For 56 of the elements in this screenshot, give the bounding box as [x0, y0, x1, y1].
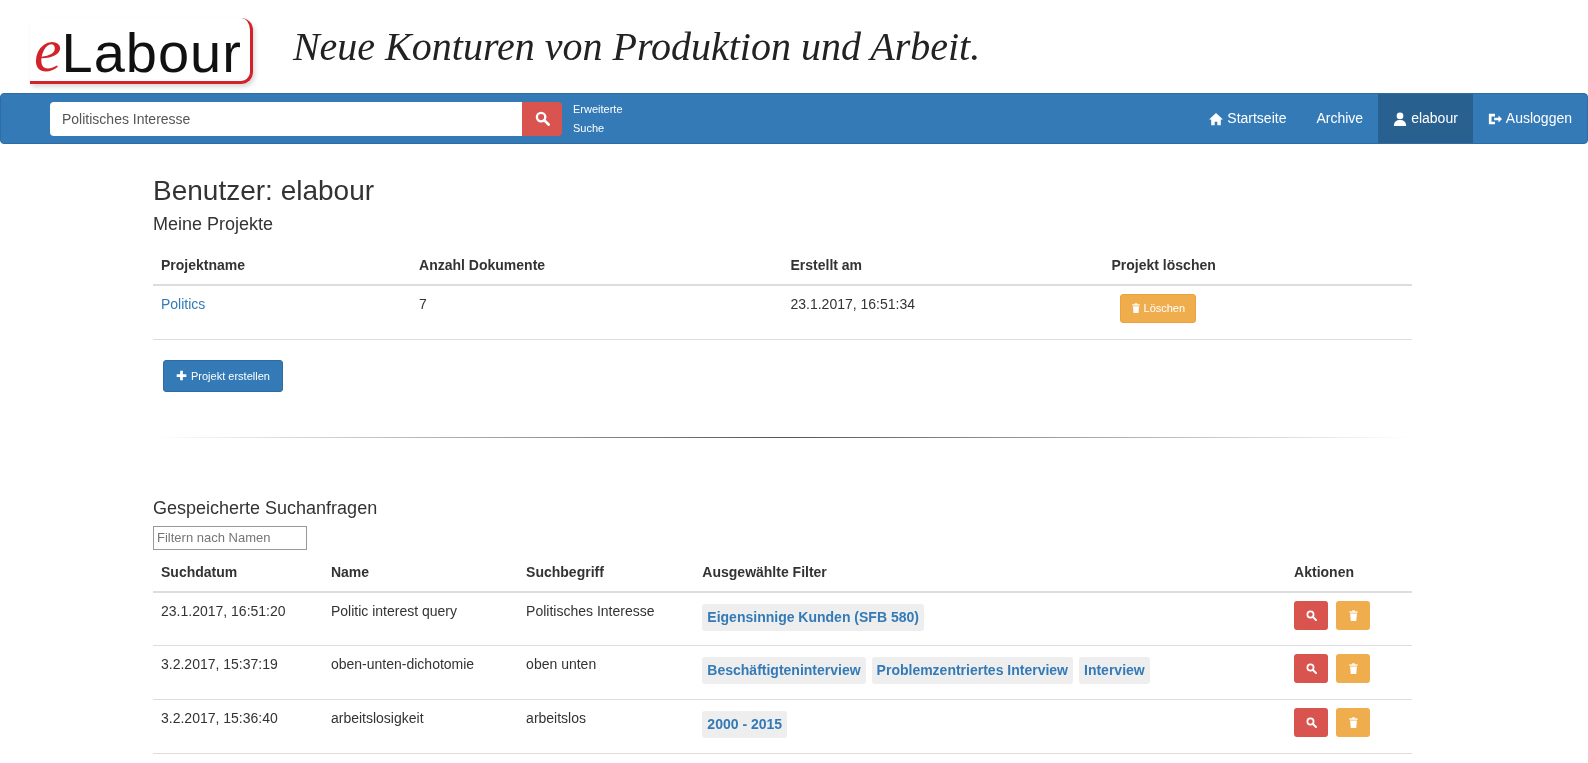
nav-link[interactable]: Ausloggen: [1472, 94, 1587, 143]
tagline: Neue Konturen von Produktion und Arbeit.: [292, 22, 981, 71]
column-header: Erstellt am: [782, 247, 1104, 286]
logo-text: Labour: [61, 24, 242, 81]
filter-tag: 2000 - 2015: [702, 711, 788, 739]
table-cell: arbeitslosigkeit: [322, 699, 519, 754]
table-cell: 23.1.2017, 16:51:34: [782, 285, 1104, 340]
advanced-search-link[interactable]: Erweiterte Suche: [573, 99, 623, 138]
create-project-button[interactable]: Projekt erstellen: [163, 359, 283, 393]
nav-link[interactable]: Startseite: [1194, 94, 1302, 143]
filter-tag: Problemzentriertes Interview: [871, 657, 1073, 685]
table-cell: 3.2.2017, 15:36:40: [153, 699, 323, 754]
search-icon: [534, 111, 550, 126]
search-button[interactable]: [1294, 600, 1329, 630]
filter-field[interactable]: Filtern nach Namen: [153, 525, 307, 550]
trash-icon: [1347, 717, 1359, 729]
nav-link[interactable]: Archive: [1301, 94, 1379, 143]
table-cell: 23.1.2017, 16:51:20: [153, 591, 323, 646]
column-header: Name: [322, 553, 519, 592]
column-header: Anzahl Dokumente: [411, 247, 783, 286]
column-header: Ausgewählte Filter: [694, 553, 1287, 592]
search-button[interactable]: [1294, 708, 1329, 738]
home-icon: [1209, 111, 1224, 126]
plus-icon: [176, 370, 187, 382]
table-cell: oben unten: [518, 645, 695, 700]
page-title: Benutzer: elabour: [153, 174, 376, 208]
table-cell: Politisches Interesse: [518, 591, 695, 646]
table-cell: 3.2.2017, 15:37:19: [153, 645, 323, 700]
filter-tag: Interview: [1079, 657, 1150, 685]
search-field[interactable]: Politisches Interesse: [50, 101, 522, 136]
logout-icon: [1487, 111, 1502, 126]
section-heading: Meine Projekte: [153, 213, 275, 236]
column-header: Projektname: [153, 247, 412, 286]
nav-link[interactable]: elabour: [1378, 94, 1473, 143]
column-header: Suchbegriff: [518, 553, 695, 592]
section-heading: Gespeicherte Suchanfragen: [153, 498, 379, 520]
table-cell: 7: [411, 285, 783, 340]
filter-tag: Beschäftigteninterview: [702, 657, 866, 685]
filter-tag: Eigensinnige Kunden (SFB 580): [702, 603, 924, 631]
trash-icon: [1130, 303, 1141, 314]
table-cell: oben-unten-dichotomie: [322, 645, 519, 700]
column-header: Suchdatum: [153, 553, 323, 592]
trash-icon: [1347, 663, 1359, 675]
user-icon: [1393, 111, 1408, 126]
table-cell: arbeitslos: [518, 699, 695, 754]
project-link[interactable]: Politics: [161, 296, 206, 313]
table-cell: Politic interest query: [322, 591, 519, 646]
trash-icon: [1347, 609, 1359, 621]
search-button[interactable]: [522, 101, 562, 136]
search-button[interactable]: [1294, 654, 1329, 684]
column-header: Projekt löschen: [1103, 247, 1412, 286]
search-icon: [1305, 717, 1317, 729]
search-icon: [1305, 663, 1317, 675]
logo-letter: e: [34, 18, 62, 81]
column-header: Aktionen: [1286, 553, 1412, 592]
search-icon: [1305, 609, 1317, 621]
